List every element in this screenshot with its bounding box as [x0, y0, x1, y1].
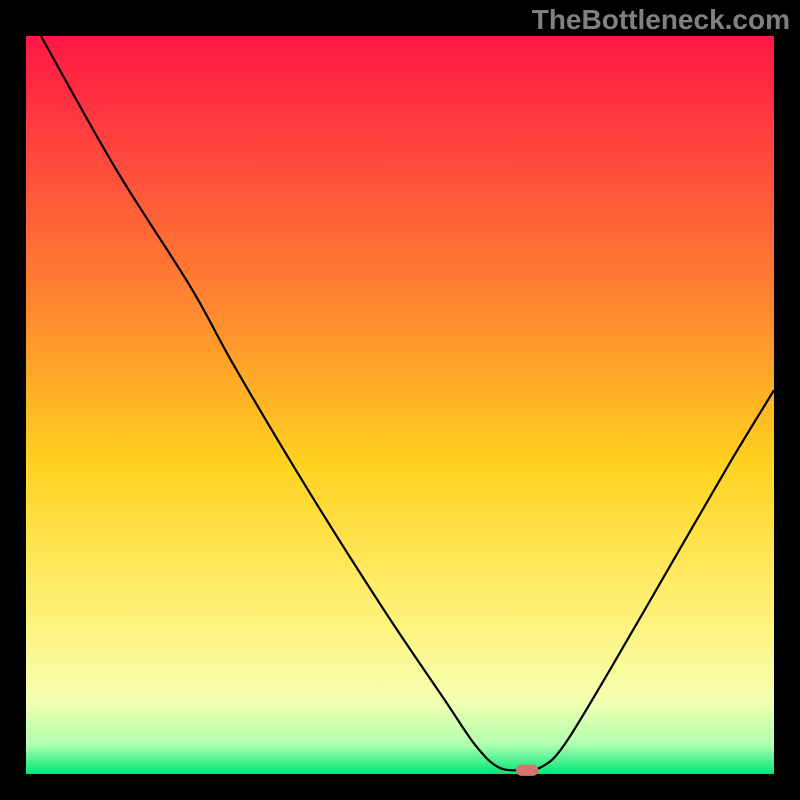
bottleneck-chart: TheBottleneck.com — [0, 0, 800, 800]
watermark-label: TheBottleneck.com — [532, 4, 790, 36]
optimal-marker — [516, 765, 538, 776]
chart-svg — [0, 0, 800, 800]
plot-background — [26, 36, 774, 774]
